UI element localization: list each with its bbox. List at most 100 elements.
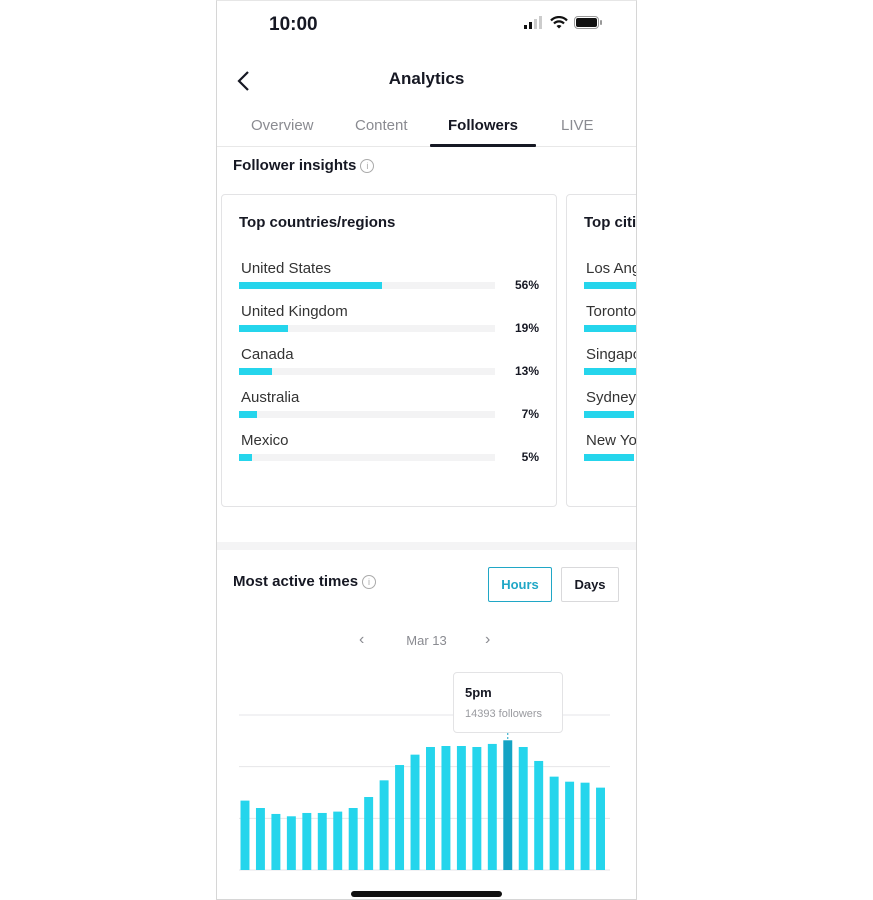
progress-fill	[584, 368, 636, 375]
active-tab-indicator	[430, 144, 536, 147]
progress-fill	[239, 325, 288, 332]
phone-screen: 10:00 Analytics Overview Content Followe…	[216, 0, 637, 900]
country-percent: 19%	[514, 321, 539, 335]
days-toggle-button[interactable]: Days	[561, 567, 619, 602]
country-name: Canada	[241, 346, 294, 363]
bar-1am[interactable]	[255, 808, 265, 870]
top-cities-card[interactable]: Top cities Los Angeles Toronto Singapore…	[566, 194, 637, 507]
wifi-icon	[550, 16, 568, 29]
progress-track	[584, 368, 636, 375]
city-name: New York	[586, 432, 637, 449]
status-time: 10:00	[269, 14, 318, 35]
progress-fill	[239, 454, 252, 461]
tooltip-hour: 5pm	[465, 685, 492, 700]
bar-3am[interactable]	[286, 816, 296, 870]
tab-content[interactable]: Content	[355, 117, 408, 134]
country-name: Australia	[241, 389, 300, 406]
most-active-times-heading: Most active times i	[233, 573, 377, 590]
progress-track	[239, 411, 495, 418]
city-name: Singapore	[586, 346, 636, 363]
follower-insights-title: Follower insights	[233, 157, 357, 174]
tab-live[interactable]: LIVE	[561, 117, 594, 134]
bar-5am[interactable]	[317, 812, 327, 870]
country-percent: 56%	[514, 278, 539, 292]
progress-fill	[239, 368, 273, 375]
city-row: Los Angeles	[584, 260, 636, 300]
signal-icon	[524, 16, 542, 29]
city-name: Sydney	[586, 389, 637, 406]
bar-4pm[interactable]	[487, 743, 497, 870]
bar-4am[interactable]	[302, 812, 312, 870]
progress-fill	[239, 282, 383, 289]
progress-fill	[239, 411, 257, 418]
bar-5pm[interactable]	[503, 740, 513, 870]
active-times-bar-chart	[239, 714, 610, 871]
progress-track	[239, 325, 495, 332]
progress-track	[239, 454, 495, 461]
card-title: Top countries/regions	[239, 214, 396, 231]
progress-fill	[584, 454, 634, 461]
bar-1pm[interactable]	[441, 746, 451, 870]
tab-followers[interactable]: Followers	[448, 117, 518, 134]
country-row: United States 56%	[239, 260, 539, 300]
bar-7pm[interactable]	[534, 760, 544, 870]
bar-10pm[interactable]	[580, 782, 590, 870]
info-icon[interactable]: i	[360, 159, 375, 173]
bar-11pm[interactable]	[596, 787, 605, 870]
city-row: Singapore	[584, 346, 636, 386]
progress-fill	[584, 325, 636, 332]
bar-6pm[interactable]	[518, 746, 528, 870]
bar-8am[interactable]	[364, 797, 374, 870]
page-title: Analytics	[388, 69, 465, 88]
progress-fill	[584, 282, 636, 289]
country-row: United Kingdom 19%	[239, 303, 539, 343]
chart-tooltip: 5pm 14393 followers	[453, 672, 563, 733]
date-label: Mar 13	[406, 633, 447, 648]
card-title: Top cities	[584, 214, 637, 231]
bar-8pm[interactable]	[549, 776, 559, 870]
bar-11am[interactable]	[410, 754, 420, 870]
bar-9am[interactable]	[379, 780, 389, 870]
country-name: United Kingdom	[241, 303, 348, 320]
country-row: Canada 13%	[239, 346, 539, 386]
progress-track	[239, 368, 495, 375]
bar-2pm[interactable]	[456, 746, 466, 870]
section-divider	[217, 542, 636, 550]
progress-track	[584, 325, 636, 332]
country-row: Mexico 5%	[239, 432, 539, 472]
tab-bar: Overview Content Followers LIVE	[217, 109, 636, 147]
battery-icon	[574, 16, 602, 29]
country-percent: 13%	[514, 364, 539, 378]
progress-fill	[584, 411, 634, 418]
country-name: Mexico	[241, 432, 289, 449]
bar-2am[interactable]	[271, 813, 281, 870]
tab-overview[interactable]: Overview	[251, 117, 314, 134]
most-active-times-title: Most active times	[233, 573, 359, 590]
top-countries-card: Top countries/regions United States 56% U…	[221, 194, 557, 507]
city-row: Toronto	[584, 303, 636, 343]
hours-toggle-button[interactable]: Hours	[488, 567, 552, 602]
follower-insights-heading: Follower insights i	[233, 157, 375, 174]
tooltip-value: 14393 followers	[465, 708, 543, 720]
country-name: United States	[241, 260, 332, 277]
city-row: New York	[584, 432, 637, 472]
status-icons	[524, 16, 602, 29]
city-row: Sydney	[584, 389, 637, 429]
bar-12pm[interactable]	[426, 746, 435, 870]
info-icon[interactable]: i	[362, 575, 377, 589]
home-indicator	[351, 891, 502, 897]
progress-track	[584, 282, 636, 289]
bar-10am[interactable]	[395, 765, 405, 870]
progress-track	[239, 282, 495, 289]
bar-12am[interactable]	[240, 800, 250, 870]
progress-track	[584, 411, 636, 418]
bar-3pm[interactable]	[472, 746, 482, 870]
bar-6am[interactable]	[333, 811, 343, 870]
progress-track	[584, 454, 636, 461]
next-date-chevron-icon[interactable]: ›	[485, 631, 490, 649]
bar-7am[interactable]	[348, 808, 358, 870]
country-percent: 7%	[521, 407, 539, 421]
city-name: Los Angeles	[586, 260, 636, 277]
country-row: Australia 7%	[239, 389, 539, 429]
bar-9pm[interactable]	[565, 781, 575, 870]
